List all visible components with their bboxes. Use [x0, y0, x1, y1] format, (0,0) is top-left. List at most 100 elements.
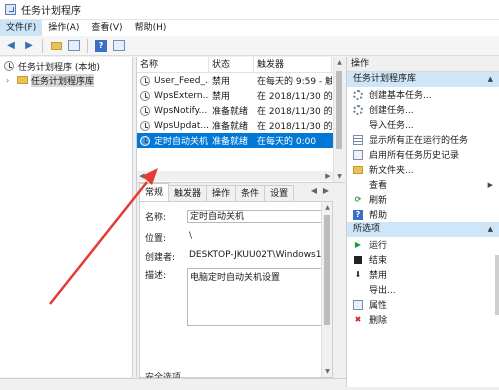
task-list-scrollbar[interactable]: ▲ ▼ — [333, 57, 344, 182]
action-label: 启用所有任务历史记录 — [369, 151, 460, 161]
tab-general[interactable]: 常规 — [139, 183, 170, 201]
task-list-hscrollbar[interactable]: ◀ ▶ — [137, 171, 333, 181]
task-row[interactable]: WpsExtern... 禁用 在 2018/11/30 的 8 — [137, 88, 344, 103]
task-row[interactable]: WpsUpdat... 准备就绪 在 2018/11/30 的 8 — [137, 118, 344, 133]
action-end[interactable]: 结束 — [347, 252, 499, 267]
action-help[interactable]: ? 帮助 — [347, 207, 499, 222]
scroll-thumb[interactable] — [336, 71, 342, 149]
action-view[interactable]: 查看 ▶ — [347, 177, 499, 192]
task-icon — [140, 105, 150, 116]
action-create-basic-task[interactable]: 创建基本任务... — [347, 87, 499, 102]
properties-icon — [353, 299, 363, 310]
action-properties[interactable]: 属性 — [347, 297, 499, 312]
column-header-trigger[interactable]: 触发器 — [254, 56, 332, 73]
collapse-arrow-icon[interactable]: ▲ — [488, 222, 493, 237]
delete-icon: ✖ — [354, 315, 362, 324]
task-icon — [140, 75, 150, 86]
clock-icon — [4, 61, 14, 71]
scroll-down-icon[interactable]: ▼ — [334, 171, 345, 182]
action-enable-history[interactable]: 启用所有任务历史记录 — [347, 147, 499, 162]
tab-scroll-left-icon[interactable]: ◀ — [309, 186, 319, 198]
column-header-status[interactable]: 状态 — [209, 56, 254, 73]
details-scrollbar[interactable]: ▲ ▼ — [321, 202, 332, 377]
action-import-task[interactable]: 导入任务... — [347, 117, 499, 132]
action-run[interactable]: ▶ 运行 — [347, 237, 499, 252]
forward-icon[interactable]: ▶ — [22, 39, 36, 53]
task-status: 禁用 — [212, 92, 231, 102]
action-show-running-tasks[interactable]: 显示所有正在运行的任务 — [347, 132, 499, 147]
menu-file[interactable]: 文件(F) — [0, 20, 43, 36]
toolbar-separator — [87, 38, 88, 53]
scroll-down-icon[interactable]: ▼ — [322, 366, 333, 377]
action-create-task[interactable]: 创建任务... — [347, 102, 499, 117]
scroll-left-icon[interactable]: ◀ — [137, 171, 147, 181]
scroll-up-icon[interactable]: ▲ — [334, 57, 345, 68]
scroll-up-icon[interactable]: ▲ — [322, 202, 333, 213]
action-refresh[interactable]: ⟳ 刷新 — [347, 192, 499, 207]
action-label: 结束 — [369, 256, 388, 266]
menu-view[interactable]: 查看(V) — [85, 20, 128, 36]
scroll-thumb[interactable] — [324, 215, 330, 325]
name-label: 名称: — [145, 213, 167, 223]
actions-section-selected[interactable]: 所选项 ▲ — [347, 222, 499, 237]
tab-conditions[interactable]: 条件 — [235, 185, 266, 201]
expand-arrow-icon[interactable]: › — [6, 76, 14, 85]
task-trigger: 在每天的 9:59 - 触 — [257, 77, 332, 87]
tab-triggers[interactable]: 触发器 — [168, 185, 208, 201]
run-icon: ▶ — [354, 240, 362, 249]
action-label: 导出... — [369, 286, 396, 296]
gear-icon — [353, 89, 363, 100]
action-disable[interactable]: ⬇ 禁用 — [347, 267, 499, 282]
location-value: \ — [189, 231, 193, 241]
section-label: 所选项 — [353, 224, 381, 234]
task-icon — [140, 90, 150, 101]
task-row[interactable]: WpsNotify... 准备就绪 在 2018/11/30 的 8 — [137, 103, 344, 118]
task-status: 禁用 — [212, 77, 231, 87]
section-label: 任务计划程序库 — [353, 74, 417, 84]
folder-up-icon[interactable] — [49, 39, 63, 53]
tree-item-label: 任务计划程序 (本地) — [18, 62, 100, 73]
name-value[interactable]: 定时自动关机 — [187, 210, 325, 223]
action-label: 运行 — [369, 241, 388, 251]
action-delete[interactable]: ✖ 删除 — [347, 312, 499, 327]
scroll-right-icon[interactable]: ▶ — [323, 171, 333, 181]
author-label: 创建者: — [145, 253, 176, 263]
tree-item-library[interactable]: › 任务计划程序库 — [0, 73, 132, 87]
task-row-selected[interactable]: 定时自动关机 准备就绪 在每天的 0:00 — [137, 133, 344, 148]
tab-actions[interactable]: 操作 — [206, 185, 237, 201]
task-pane: 名称 状态 触发器 User_Feed_... 禁用 在每天的 9:59 - 触… — [136, 56, 345, 383]
column-header-name[interactable]: 名称 — [137, 56, 209, 73]
back-icon[interactable]: ◀ — [4, 39, 18, 53]
action-label: 显示所有正在运行的任务 — [369, 136, 469, 146]
task-list-header: 名称 状态 触发器 — [137, 56, 344, 73]
tree-item-local[interactable]: 任务计划程序 (本地) — [0, 59, 132, 73]
menu-action[interactable]: 操作(A) — [42, 20, 85, 36]
task-icon — [140, 135, 150, 146]
tab-scroll-right-icon[interactable]: ▶ — [321, 186, 331, 198]
show-hide-action-pane-icon[interactable] — [112, 39, 126, 53]
task-row[interactable]: User_Feed_... 禁用 在每天的 9:59 - 触 — [137, 73, 344, 88]
submenu-arrow-icon: ▶ — [487, 180, 493, 189]
action-label: 新文件夹... — [369, 166, 414, 176]
help-icon[interactable]: ? — [94, 39, 108, 53]
location-field: 位置: \ — [145, 231, 192, 244]
menu-help[interactable]: 帮助(H) — [129, 20, 173, 36]
action-label: 属性 — [369, 301, 388, 311]
actions-section-library[interactable]: 任务计划程序库 ▲ — [347, 72, 499, 87]
location-label: 位置: — [145, 234, 167, 244]
actions-scrollbar[interactable] — [495, 255, 499, 315]
description-field: 描述: 电脑定时自动关机设置 — [145, 268, 325, 326]
action-export[interactable]: 导出... — [347, 282, 499, 297]
action-label: 导入任务... — [369, 121, 414, 131]
description-value[interactable]: 电脑定时自动关机设置 — [187, 268, 325, 326]
task-status: 准备就绪 — [212, 107, 249, 117]
task-trigger: 在 2018/11/30 的 8 — [257, 92, 332, 102]
action-label: 帮助 — [369, 211, 388, 221]
tab-settings[interactable]: 设置 — [264, 185, 295, 201]
toolbar: ◀ ▶ ? — [0, 36, 499, 56]
task-name: 定时自动关机 — [154, 137, 209, 147]
collapse-arrow-icon[interactable]: ▲ — [488, 72, 493, 87]
show-hide-tree-icon[interactable] — [67, 39, 81, 53]
author-field: 创建者: DESKTOP-JKUU02T\Windows10 — [145, 250, 327, 263]
action-new-folder[interactable]: 新文件夹... — [347, 162, 499, 177]
